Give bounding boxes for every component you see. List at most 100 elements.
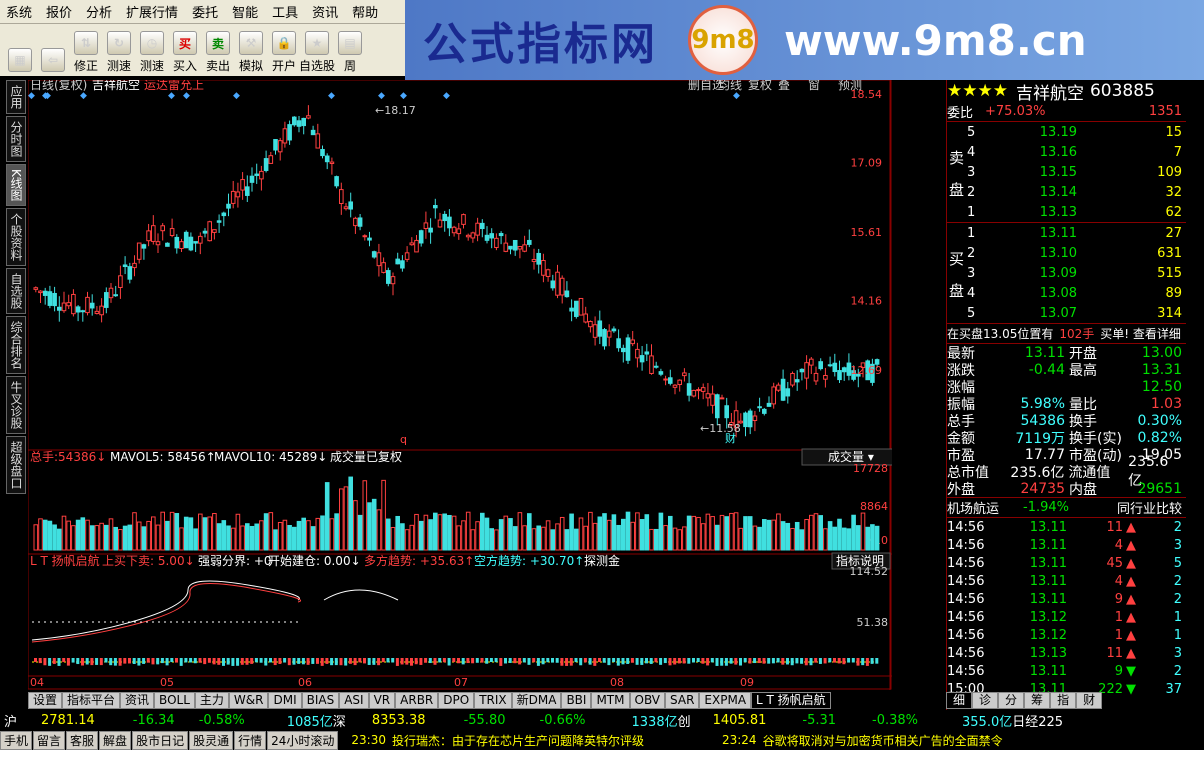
indicator-tab-17[interactable]: SAR	[665, 692, 700, 709]
news-button-6[interactable]: 行情	[234, 730, 267, 750]
lock-button[interactable]: 🔒 开户	[268, 31, 300, 74]
news-button-5[interactable]: 股灵通	[189, 730, 234, 750]
indicator-bar	[179, 658, 183, 666]
menu-item-2[interactable]: 分析	[86, 2, 112, 21]
indicator-tab-7[interactable]: BIAS	[301, 692, 340, 709]
indicator-bar	[485, 658, 489, 664]
indicator-tab-13[interactable]: 新DMA	[511, 692, 562, 709]
news-button-0[interactable]: 手机	[0, 730, 33, 750]
indicator-bar	[795, 658, 799, 664]
back-arrow-button[interactable]: ⇦	[37, 48, 69, 74]
indicator-tab-15[interactable]: MTM	[591, 692, 630, 709]
indicator-bar	[301, 658, 305, 665]
indicator-tab-9[interactable]: VR	[368, 692, 396, 709]
order-row[interactable]: 5 13.07 314	[947, 303, 1186, 323]
compare-button[interactable]: 同行业比较	[1117, 498, 1182, 517]
sell-button[interactable]: 卖卖出	[202, 31, 234, 74]
kline-top-button-4[interactable]: 窗	[808, 78, 820, 92]
menu-item-6[interactable]: 工具	[272, 2, 298, 21]
order-row[interactable]: 1 13.11 27	[947, 223, 1186, 243]
grid-button[interactable]: ▦	[4, 48, 36, 74]
menu-item-5[interactable]: 智能	[232, 2, 258, 21]
back-arrow-icon: ⇦	[41, 48, 65, 72]
news-button-1[interactable]: 留言	[33, 730, 66, 750]
indicator-tab-8[interactable]: ASI	[339, 692, 369, 709]
indicator-tab-19[interactable]: L T 扬帆启航	[751, 692, 831, 709]
volume-bar	[498, 519, 504, 551]
order-row[interactable]: 4 13.16 7	[947, 142, 1186, 162]
calendar-button[interactable]: ▤ 周	[334, 31, 366, 74]
menu-item-8[interactable]: 帮助	[352, 2, 378, 21]
news-button-7[interactable]: 24小时滚动	[267, 730, 339, 750]
updown-arrows-button[interactable]: ⇅ 修正	[70, 31, 102, 74]
order-row[interactable]: 3 13.09 515	[947, 263, 1186, 283]
right-tab-5[interactable]: 财	[1076, 692, 1103, 709]
volume-bar	[710, 516, 715, 551]
indicator-tab-2[interactable]: 资讯	[120, 692, 155, 709]
tick-list[interactable]: 14:56 13.11 11 ▲ 2 14:56 13.11 4 ▲ 3 14:56 13.11 45 ▲…	[947, 518, 1186, 698]
kline-top-button-2[interactable]: 复权	[748, 78, 772, 92]
order-row[interactable]: 2 13.10 631	[947, 243, 1186, 263]
volume-bar	[588, 511, 593, 551]
left-tab-3[interactable]: 个股资料	[6, 207, 26, 266]
indicator-line	[323, 589, 399, 601]
star-button[interactable]: ★ 自选股	[299, 31, 335, 74]
kline-top-button-3[interactable]: 叠	[778, 78, 790, 92]
indicator-tab-1[interactable]: 指标平台	[62, 692, 121, 709]
volume-bar	[653, 528, 659, 551]
indicator-tab-18[interactable]: EXPMA	[699, 692, 752, 709]
position-note[interactable]: 在买盘13.05位置有 102手 买单! 查看详细	[947, 324, 1186, 344]
news-button-2[interactable]: 客服	[66, 730, 99, 750]
indicator-tab-4[interactable]: 主力	[194, 692, 229, 709]
order-row[interactable]: 4 13.08 89	[947, 283, 1186, 303]
refresh-button[interactable]: ↻ 测速	[103, 31, 135, 74]
indicator-tab-16[interactable]: OBV	[629, 692, 666, 709]
indicator-tab-6[interactable]: DMI	[268, 692, 302, 709]
left-tab-0[interactable]: 应用	[6, 80, 26, 114]
clock-button[interactable]: ◷ 测速	[136, 31, 168, 74]
right-tab-1[interactable]: 诊	[972, 692, 999, 709]
right-tab-3[interactable]: 筹	[1024, 692, 1051, 709]
order-row[interactable]: 5 13.19 15	[947, 122, 1186, 142]
menu-item-0[interactable]: 系统	[6, 2, 32, 21]
order-row[interactable]: 1 13.13 62	[947, 202, 1186, 222]
news-item-2[interactable]: 谷歌将取消对与加密货币相关广告的全面禁令	[763, 732, 1003, 749]
candle-body	[705, 393, 711, 399]
menu-item-7[interactable]: 资讯	[312, 2, 338, 21]
up-arrow-icon: ▲	[1126, 645, 1136, 661]
left-tab-4[interactable]: 自选股	[6, 267, 26, 314]
indicator-tab-12[interactable]: TRIX	[474, 692, 512, 709]
indicator-tab-11[interactable]: DPO	[438, 692, 475, 709]
grid-icon: ▦	[8, 48, 32, 72]
hammer-button[interactable]: ⚒ 模拟	[235, 31, 267, 74]
news-button-3[interactable]: 解盘	[99, 730, 132, 750]
buy-button[interactable]: 买买入	[169, 31, 201, 74]
right-tab-0[interactable]: 细	[946, 692, 973, 709]
indicator-tab-3[interactable]: BOLL	[154, 692, 195, 709]
menu-item-4[interactable]: 委托	[192, 2, 218, 21]
news-item-1[interactable]: 投行瑞杰：由于存在芯片生产问题降英特尔评级	[392, 732, 722, 749]
menu-item-3[interactable]: 扩展行情	[126, 2, 178, 21]
right-tab-2[interactable]: 分	[998, 692, 1025, 709]
sector-name[interactable]: 机场航运	[947, 498, 999, 517]
candle-body	[38, 290, 43, 294]
left-tab-5[interactable]: 综合排名	[6, 315, 26, 374]
candle-body	[475, 222, 480, 236]
left-tab-6[interactable]: 牛叉诊股	[6, 375, 26, 434]
signal-diamond-icon: ◆	[183, 91, 190, 101]
order-row[interactable]: 2 13.14 32	[947, 182, 1186, 202]
indicator-tab-bar: 设置 指标平台 资讯 BOLL 主力 W&R DMI BIAS ASI VR ARBR DPO TRIX…	[28, 692, 888, 709]
menu-item-1[interactable]: 报价	[46, 2, 72, 21]
left-tab-1[interactable]: 分时图	[6, 116, 26, 162]
left-tab-7[interactable]: 超级盘口	[6, 435, 26, 494]
candle-body	[94, 310, 100, 314]
left-tab-2[interactable]: K线图	[6, 164, 26, 206]
indicator-tab-14[interactable]: BBI	[561, 692, 592, 709]
indicator-tab-0[interactable]: 设置	[28, 692, 63, 709]
kline-chart[interactable]: 日线(复权) 吉祥航空 运达雷允上 删自选均线 复权叠窗预测←18.17←11.58财q…	[27, 77, 895, 690]
indicator-tab-10[interactable]: ARBR	[395, 692, 439, 709]
right-tab-4[interactable]: 指	[1050, 692, 1077, 709]
order-row[interactable]: 3 13.15 109	[947, 162, 1186, 182]
indicator-tab-5[interactable]: W&R	[228, 692, 269, 709]
news-button-4[interactable]: 股市日记	[132, 730, 189, 750]
